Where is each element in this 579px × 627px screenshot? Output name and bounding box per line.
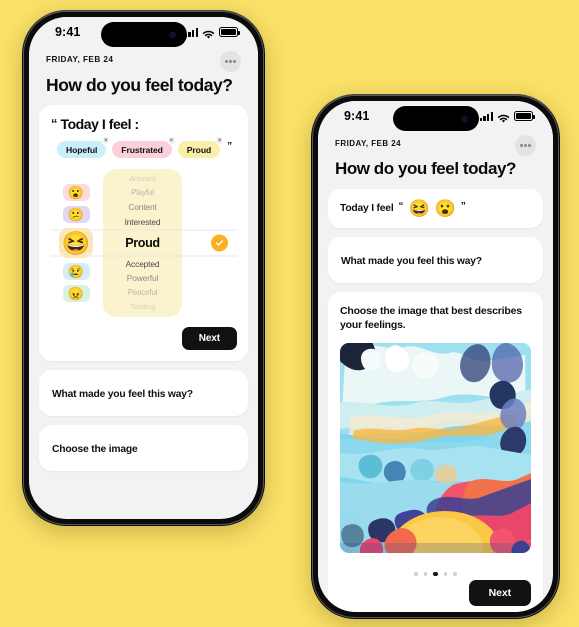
emotion-tag-label: Frustrated [121, 144, 163, 155]
phone-left: 9:41 FRIDAY, FEB 24 How do you feel toda… [22, 10, 265, 526]
date-label: FRIDAY, FEB 24 [46, 55, 114, 64]
emoji-chip-1[interactable]: 😕 [62, 206, 90, 224]
status-icons [184, 27, 240, 39]
checkmark-icon[interactable] [211, 234, 228, 252]
card-list-right: Today I feel “ 😆 😮 ” What made you feel … [318, 188, 553, 612]
wheel-item-content[interactable]: Content [128, 200, 156, 215]
wheel-item-playful[interactable]: Playful [131, 186, 154, 200]
emotion-tag-hopeful[interactable]: Hopeful × [57, 136, 111, 159]
front-camera-icon [168, 31, 176, 38]
emoji-column[interactable]: 😮 😕 😆 😢 😠 [55, 184, 97, 303]
dynamic-island [100, 22, 187, 47]
status-time: 9:41 [55, 25, 81, 39]
wheel-item-interested[interactable]: Interested [125, 215, 161, 230]
open-quote: “ [398, 200, 404, 212]
page-title: How do you feel today? [46, 75, 233, 95]
emoji-surprised: 😮 [434, 198, 456, 218]
wheel-item-accepted[interactable]: Accepted [126, 256, 160, 271]
next-row-left: Next [51, 327, 237, 351]
phone-left-screen: 9:41 FRIDAY, FEB 24 How do you feel toda… [29, 17, 258, 519]
feel-summary-label: Today I feel [340, 202, 394, 214]
next-button[interactable]: Next [181, 327, 237, 351]
front-camera-icon [460, 115, 468, 122]
close-quote: ” [460, 200, 466, 212]
status-bar-left: 9:41 [29, 17, 258, 51]
battery-icon [219, 27, 240, 37]
wheel-item-peaceful[interactable]: Peaceful [128, 286, 158, 300]
remove-tag-icon[interactable]: × [215, 136, 225, 146]
card-list-left: “ Today I feel : Hopeful × Frustrated × Prou… [29, 105, 258, 472]
open-quote: “ [51, 116, 58, 132]
status-icons [479, 111, 535, 123]
emoji-chip-3[interactable]: 😢 [62, 263, 90, 281]
wifi-icon [202, 27, 215, 39]
emotion-picker[interactable]: 😮 😕 😆 😢 😠 Aroused Playful Content Interested Pro… [51, 168, 237, 318]
phone-right: 9:41 FRIDAY, FEB 24 How do you feel toda… [311, 94, 560, 619]
feel-prompt-label: Today I feel : [60, 116, 140, 133]
abstract-painting-thumbnail[interactable] [340, 342, 531, 553]
emotion-tag-proud[interactable]: Proud × [177, 136, 225, 159]
emotion-tag-label: Hopeful [66, 144, 98, 155]
collapsed-card-reason[interactable]: What made you feel this way? [39, 370, 248, 417]
battery-icon [514, 111, 535, 121]
cellular-signal-icon [184, 27, 198, 37]
collapsed-card-reason-label: What made you feel this way? [52, 389, 193, 401]
remove-tag-icon[interactable]: × [166, 136, 176, 146]
next-button[interactable]: Next [468, 580, 531, 607]
carousel-dot-1[interactable] [423, 572, 428, 576]
phone-right-screen: 9:41 FRIDAY, FEB 24 How do you feel toda… [318, 101, 553, 612]
next-row-right: Next [328, 578, 543, 612]
wheel-item-aroused[interactable]: Aroused [129, 172, 156, 186]
close-quote: ” [227, 141, 233, 153]
emotion-tag-label: Proud [186, 144, 212, 155]
status-time: 9:41 [344, 109, 370, 123]
carousel-dot-0[interactable] [414, 572, 418, 576]
carousel-dot-3[interactable] [443, 572, 448, 576]
reason-card-label: What made you feel this way? [341, 255, 482, 267]
page-title: How do you feel today? [335, 159, 516, 178]
app-header-left: FRIDAY, FEB 24 How do you feel today? [29, 51, 258, 106]
more-options-button[interactable] [515, 135, 536, 156]
reason-card[interactable]: What made you feel this way? [328, 236, 543, 283]
more-options-button[interactable] [220, 51, 241, 72]
remove-tag-icon[interactable]: × [101, 136, 111, 146]
wheel-item-proud[interactable]: Proud [125, 230, 160, 257]
carousel-dots[interactable] [328, 562, 543, 579]
emoji-chip-4[interactable]: 😠 [62, 285, 90, 303]
emotion-wheel-panel[interactable]: Aroused Playful Content Interested Proud Acce… [103, 169, 182, 318]
emoji-chip-0[interactable]: 😮 [62, 184, 90, 202]
wifi-icon [497, 111, 510, 123]
feel-summary-card[interactable]: Today I feel “ 😆 😮 ” [328, 188, 543, 228]
feel-prompt-row: “ Today I feel : [51, 116, 237, 132]
cellular-signal-icon [479, 111, 493, 121]
wheel-item-powerful[interactable]: Powerful [127, 271, 159, 286]
date-label: FRIDAY, FEB 24 [335, 139, 402, 148]
wheel-item-trusting[interactable]: Trusting [130, 300, 155, 314]
image-chooser-label: Choose the image that best describes you… [340, 304, 522, 332]
emoji-chip-2-selected[interactable]: 😆 [59, 228, 93, 259]
app-header-right: FRIDAY, FEB 24 How do you feel today? [318, 135, 553, 189]
emoji-laughing: 😆 [408, 198, 430, 218]
carousel-dot-2-active[interactable] [433, 571, 438, 577]
carousel-dot-4[interactable] [453, 572, 457, 576]
collapsed-card-image-label: Choose the image [52, 444, 138, 456]
mood-composer-card: “ Today I feel : Hopeful × Frustrated × Prou… [39, 105, 248, 362]
emotion-tag-frustrated[interactable]: Frustrated × [112, 136, 176, 159]
status-bar-right: 9:41 [318, 101, 553, 135]
selected-emotion-tags: Hopeful × Frustrated × Proud ×” [57, 136, 237, 159]
dynamic-island [392, 106, 479, 131]
image-chooser-card: Choose the image that best describes you… [328, 291, 543, 563]
collapsed-card-image[interactable]: Choose the image [39, 425, 248, 472]
